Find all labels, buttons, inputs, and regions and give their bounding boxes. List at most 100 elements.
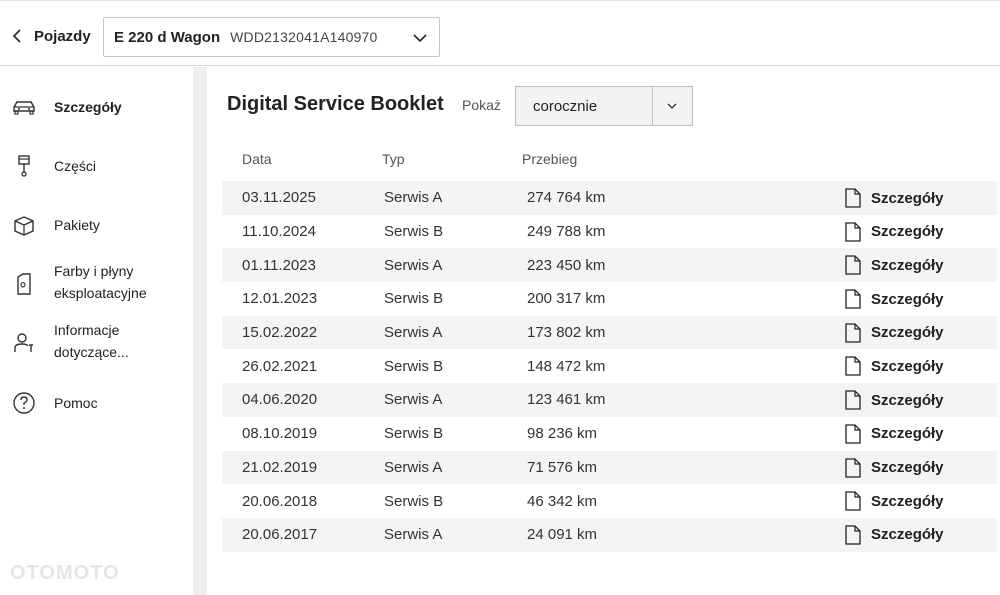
cell-date: 21.02.2019 — [242, 458, 318, 476]
sidebar: Szczegóły Części Pakiety Farby i płyny e… — [0, 67, 193, 595]
document-icon — [845, 222, 861, 242]
interval-select[interactable]: corocznie — [515, 86, 693, 126]
document-icon — [845, 525, 861, 545]
sidebar-item-label: Informacje dotyczące... — [54, 322, 129, 360]
document-icon — [845, 255, 861, 276]
sidebar-item-label: Pomoc — [54, 395, 98, 411]
cell-date: 01.11.2023 — [242, 256, 316, 274]
details-label: Szczegóły — [871, 223, 944, 241]
details-link[interactable]: Szczegóły — [845, 523, 944, 547]
cell-date: 20.06.2018 — [242, 492, 318, 510]
vehicle-select[interactable]: E 220 d Wagon WDD2132041A140970 — [103, 17, 440, 57]
document-icon — [845, 424, 861, 444]
details-label: Szczegóły — [871, 425, 944, 443]
cell-type: Serwis A — [384, 526, 443, 544]
cell-type: Serwis A — [384, 391, 443, 409]
document-icon — [845, 390, 861, 410]
sidebar-divider — [193, 67, 207, 595]
table-row: 20.06.2017 Serwis A 24 091 km Szczegóły — [222, 517, 997, 552]
piston-icon — [10, 153, 38, 179]
vehicle-model: E 220 d Wagon — [114, 28, 221, 46]
cell-mileage: 173 802 km — [527, 324, 606, 342]
details-label: Szczegóły — [871, 391, 944, 409]
details-link[interactable]: Szczegóły — [845, 186, 944, 210]
cell-mileage: 98 236 km — [527, 425, 598, 443]
cell-mileage: 24 091 km — [527, 526, 598, 544]
cell-date: 15.02.2022 — [242, 324, 318, 342]
sidebar-item-details[interactable]: Szczegóły — [0, 94, 193, 120]
details-link[interactable]: Szczegóły — [845, 354, 944, 378]
cell-mileage: 46 342 km — [527, 492, 598, 510]
vehicle-vin: WDD2132041A140970 — [230, 29, 378, 45]
table-row: 11.10.2024 Serwis B 249 788 km Szczegóły — [222, 215, 997, 249]
chevron-down-icon — [653, 87, 693, 125]
help-icon — [10, 390, 38, 416]
sidebar-item-parts[interactable]: Części — [0, 153, 193, 179]
chevron-left-icon — [12, 29, 21, 43]
cell-type: Serwis B — [384, 425, 444, 443]
sidebar-item-label: Części — [54, 158, 97, 174]
cell-mileage: 123 461 km — [527, 391, 606, 409]
details-link[interactable]: Szczegóły — [845, 253, 944, 277]
cell-type: Serwis A — [384, 324, 443, 342]
details-link[interactable]: Szczegóły — [845, 220, 944, 244]
details-label: Szczegóły — [871, 189, 944, 207]
details-link[interactable]: Szczegóły — [845, 388, 944, 412]
document-icon — [845, 289, 861, 309]
details-label: Szczegóły — [871, 290, 944, 308]
document-icon — [845, 457, 861, 478]
document-icon — [845, 356, 861, 377]
page-title: Digital Service Booklet — [227, 93, 444, 115]
main-content: Digital Service Booklet Pokaż corocznie … — [207, 67, 1000, 595]
cell-type: Serwis B — [384, 223, 444, 241]
table-row: 03.11.2025 Serwis A 274 764 km Szczegóły — [222, 181, 997, 215]
cell-date: 03.11.2025 — [242, 189, 316, 207]
back-label: Pojazdy — [34, 27, 91, 45]
table-row: 26.02.2021 Serwis B 148 472 km Szczegóły — [222, 349, 997, 383]
package-icon — [10, 213, 38, 239]
cell-mileage: 249 788 km — [527, 223, 606, 241]
table-row: 12.01.2023 Serwis B 200 317 km Szczegóły — [222, 282, 997, 316]
column-header-mileage: Przebieg — [522, 151, 578, 167]
cell-date: 11.10.2024 — [242, 223, 316, 241]
car-icon — [10, 94, 38, 120]
cell-type: Serwis B — [384, 357, 444, 375]
show-label: Pokaż — [462, 97, 501, 113]
sidebar-item-packages[interactable]: Pakiety — [0, 212, 193, 238]
back-button[interactable]: Pojazdy — [10, 23, 91, 49]
cell-mileage: 200 317 km — [527, 290, 606, 308]
details-link[interactable]: Szczegóły — [845, 456, 944, 480]
details-link[interactable]: Szczegóły — [845, 422, 944, 446]
details-label: Szczegóły — [871, 357, 944, 375]
table-row: 04.06.2020 Serwis A 123 461 km Szczegóły — [222, 383, 997, 417]
table-row: 15.02.2022 Serwis A 173 802 km Szczegóły — [222, 315, 997, 350]
details-label: Szczegóły — [871, 256, 944, 274]
table-row: 20.06.2018 Serwis B 46 342 km Szczegóły — [222, 484, 997, 518]
column-header-date: Data — [242, 151, 272, 167]
table-row: 21.02.2019 Serwis A 71 576 km Szczegóły — [222, 450, 997, 485]
column-header-type: Typ — [382, 151, 405, 167]
fluid-can-icon — [10, 271, 38, 297]
sidebar-item-fluids[interactable]: Farby i płyny eksploatacyjne — [0, 260, 193, 306]
cell-mileage: 148 472 km — [527, 357, 606, 375]
cell-type: Serwis A — [384, 458, 443, 476]
cell-date: 12.01.2023 — [242, 290, 318, 308]
table-row: 08.10.2019 Serwis B 98 236 km Szczegóły — [222, 417, 997, 451]
details-link[interactable]: Szczegóły — [845, 489, 944, 513]
document-icon — [845, 491, 861, 511]
details-label: Szczegóły — [871, 459, 944, 476]
cell-date: 26.02.2021 — [242, 357, 318, 375]
cell-type: Serwis A — [384, 256, 443, 274]
cell-type: Serwis B — [384, 492, 444, 510]
sidebar-item-info[interactable]: Informacje dotyczące... — [0, 319, 193, 365]
details-link[interactable]: Szczegóły — [845, 321, 944, 345]
details-label: Szczegóły — [871, 492, 944, 510]
details-link[interactable]: Szczegóły — [845, 287, 944, 311]
sidebar-item-help[interactable]: Pomoc — [0, 390, 193, 416]
service-table: 03.11.2025 Serwis A 274 764 km Szczegóły 11.… — [222, 181, 997, 552]
sidebar-item-label: Pakiety — [54, 217, 100, 233]
mechanic-icon — [10, 330, 38, 356]
document-icon — [845, 188, 861, 208]
details-label: Szczegóły — [871, 324, 944, 342]
cell-type: Serwis B — [384, 290, 444, 308]
